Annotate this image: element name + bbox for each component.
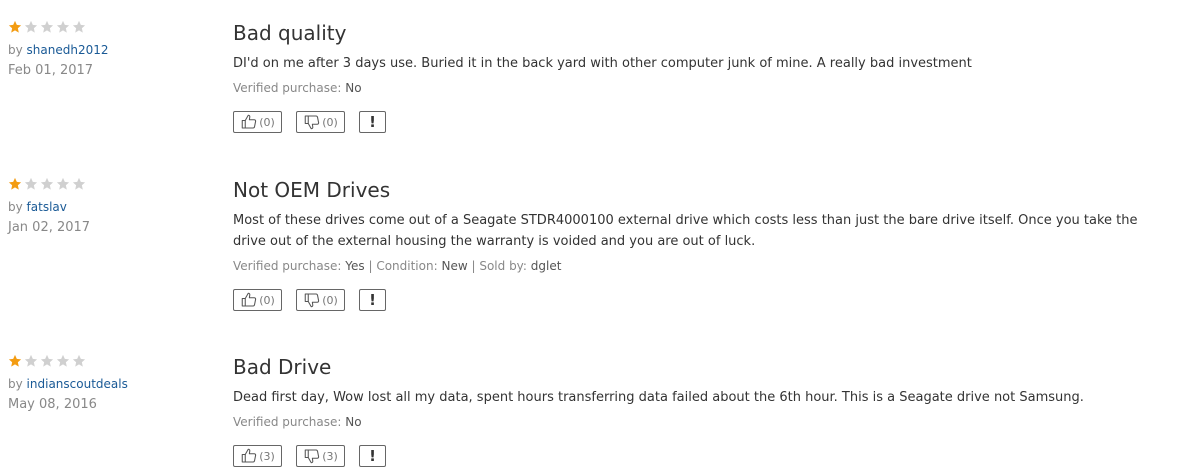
review-text: DI'd on me after 3 days use. Buried it i… bbox=[233, 56, 972, 71]
star-icon bbox=[40, 354, 54, 368]
verified-label: Verified purchase: bbox=[233, 81, 342, 95]
unhelpful-count: (3) bbox=[322, 449, 338, 463]
review-meta: by shanedh2012 Feb 01, 2017 bbox=[8, 20, 208, 79]
review-date: May 08, 2016 bbox=[8, 397, 97, 412]
author-link[interactable]: indianscoutdeals bbox=[27, 377, 128, 391]
review-byline: by shanedh2012 bbox=[8, 42, 208, 58]
verified-value: No bbox=[345, 415, 362, 429]
verified-purchase: Verified purchase: No bbox=[233, 414, 1163, 430]
star-icon bbox=[56, 20, 70, 34]
verified-value: Yes bbox=[345, 259, 365, 273]
review-title: Not OEM Drives bbox=[233, 178, 391, 202]
review-title: Bad quality bbox=[233, 21, 347, 45]
helpful-button[interactable]: (0) bbox=[233, 111, 282, 133]
review-actions: (3) (3) ! bbox=[233, 445, 1163, 467]
report-button[interactable]: ! bbox=[359, 111, 386, 133]
by-label: by bbox=[8, 377, 23, 391]
star-rating bbox=[8, 354, 208, 370]
unhelpful-button[interactable]: (0) bbox=[296, 289, 345, 311]
thumbs-down-icon bbox=[303, 447, 322, 465]
thumbs-up-icon bbox=[240, 447, 259, 465]
thumbs-up-icon bbox=[240, 113, 259, 131]
report-button[interactable]: ! bbox=[359, 289, 386, 311]
review-date: Jan 02, 2017 bbox=[8, 220, 91, 235]
star-icon bbox=[8, 177, 22, 191]
review-actions: (0) (0) ! bbox=[233, 289, 1163, 311]
star-icon bbox=[40, 177, 54, 191]
condition-value: New bbox=[441, 259, 468, 273]
thumbs-up-icon bbox=[240, 291, 259, 309]
helpful-count: (0) bbox=[259, 293, 275, 307]
star-rating bbox=[8, 177, 208, 193]
verified-purchase: Verified purchase: No bbox=[233, 80, 1163, 96]
review-meta: by fatslav Jan 02, 2017 bbox=[8, 177, 208, 236]
review-date: Feb 01, 2017 bbox=[8, 63, 94, 78]
star-icon bbox=[40, 20, 54, 34]
review-text: Most of these drives come out of a Seaga… bbox=[233, 213, 1138, 249]
review-byline: by fatslav bbox=[8, 199, 208, 215]
review-body: Bad quality DI'd on me after 3 days use.… bbox=[233, 20, 1163, 133]
sold-by-value: dglet bbox=[530, 259, 562, 273]
helpful-button[interactable]: (0) bbox=[233, 289, 282, 311]
verified-value: No bbox=[345, 81, 362, 95]
unhelpful-count: (0) bbox=[322, 115, 338, 129]
helpful-count: (3) bbox=[259, 449, 275, 463]
verified-label: Verified purchase: bbox=[233, 259, 342, 273]
unhelpful-count: (0) bbox=[322, 293, 338, 307]
review-text: Dead first day, Wow lost all my data, sp… bbox=[233, 390, 1084, 405]
review-actions: (0) (0) ! bbox=[233, 111, 1163, 133]
thumbs-down-icon bbox=[303, 113, 322, 131]
author-link[interactable]: fatslav bbox=[27, 200, 67, 214]
star-icon bbox=[56, 354, 70, 368]
thumbs-down-icon bbox=[303, 291, 322, 309]
by-label: by bbox=[8, 43, 23, 57]
star-icon bbox=[72, 354, 86, 368]
author-link[interactable]: shanedh2012 bbox=[27, 43, 109, 57]
review-title: Bad Drive bbox=[233, 355, 332, 379]
star-icon bbox=[56, 177, 70, 191]
star-rating bbox=[8, 20, 208, 36]
condition-label: | Condition: bbox=[368, 259, 438, 273]
helpful-button[interactable]: (3) bbox=[233, 445, 282, 467]
star-icon bbox=[8, 354, 22, 368]
sold-by-label: | Sold by: bbox=[471, 259, 527, 273]
review-meta: by indianscoutdeals May 08, 2016 bbox=[8, 354, 208, 413]
star-icon bbox=[24, 177, 38, 191]
star-icon bbox=[72, 177, 86, 191]
unhelpful-button[interactable]: (3) bbox=[296, 445, 345, 467]
helpful-count: (0) bbox=[259, 115, 275, 129]
report-button[interactable]: ! bbox=[359, 445, 386, 467]
star-icon bbox=[24, 20, 38, 34]
star-icon bbox=[24, 354, 38, 368]
by-label: by bbox=[8, 200, 23, 214]
unhelpful-button[interactable]: (0) bbox=[296, 111, 345, 133]
star-icon bbox=[8, 20, 22, 34]
star-icon bbox=[72, 20, 86, 34]
review-body: Not OEM Drives Most of these drives come… bbox=[233, 177, 1163, 311]
verified-purchase: Verified purchase: Yes | Condition: New … bbox=[233, 258, 1163, 274]
review-body: Bad Drive Dead first day, Wow lost all m… bbox=[233, 354, 1163, 467]
verified-label: Verified purchase: bbox=[233, 415, 342, 429]
review-byline: by indianscoutdeals bbox=[8, 376, 208, 392]
